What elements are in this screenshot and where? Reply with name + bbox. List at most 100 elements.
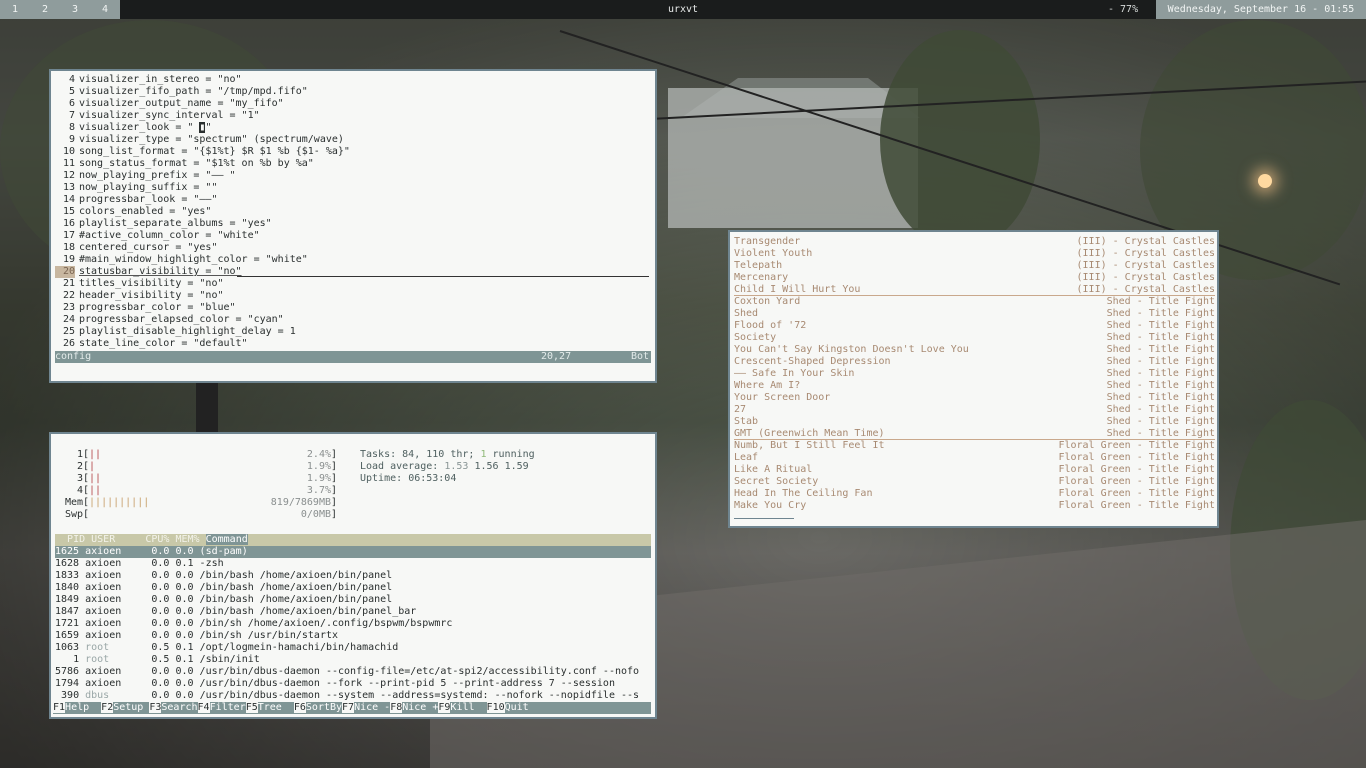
vim-line[interactable]: 10 song_list_format = "{$1%t} $R $1 %b {$…	[55, 146, 651, 158]
playlist-item[interactable]: You Can't Say Kingston Doesn't Love You S…	[734, 344, 1215, 356]
song-album-artist: Shed - Title Fight	[1106, 356, 1215, 367]
line-text: header_visibility = "no"	[79, 290, 224, 301]
htop-info: Tasks: 84, 110 thr; 1 running Load avera…	[360, 449, 535, 485]
playlist-item[interactable]: Head In The Ceiling Fan Floral Green - Ti…	[734, 488, 1215, 500]
fkey-action: Setup	[113, 702, 150, 713]
vim-line[interactable]: 13 now_playing_suffix = ""	[55, 182, 651, 194]
playlist-item[interactable]: Like A Ritual Floral Green - Title Fight	[734, 464, 1215, 476]
playlist-item[interactable]: 27 Shed - Title Fight	[734, 404, 1215, 416]
vim-line[interactable]: 12 now_playing_prefix = "—— "	[55, 170, 651, 182]
line-number: 20	[55, 266, 75, 278]
col-command[interactable]: Command	[205, 534, 248, 545]
process-user: axioen	[85, 546, 122, 557]
playlist-item[interactable]: Violent Youth (III) - Crystal Castles	[734, 248, 1215, 260]
fkey-killbutton[interactable]: F9Kill	[438, 702, 486, 714]
playlist-item[interactable]: Numb, But I Still Feel It Floral Green - …	[734, 440, 1215, 452]
process-row[interactable]: 1063 root 0.5 0.1 /opt/logmein-hamachi/b…	[55, 642, 651, 654]
vim-line[interactable]: 8 visualizer_look = " ▮"	[55, 122, 651, 134]
process-row[interactable]: 1833 axioen 0.0 0.0 /bin/bash /home/axio…	[55, 570, 651, 582]
line-number: 11	[62, 158, 75, 169]
playlist-item[interactable]: Secret Society Floral Green - Title Fight	[734, 476, 1215, 488]
playlist[interactable]: Transgender (III) - Crystal Castles Violen…	[734, 236, 1215, 512]
process-list[interactable]: 1625 axioen 0.0 0.0 (sd-pam) 1628 axioen …	[55, 546, 651, 702]
playlist-item[interactable]: Where Am I? Shed - Title Fight	[734, 380, 1215, 392]
playlist-item[interactable]: Stab Shed - Title Fight	[734, 416, 1215, 428]
process-mem: 0.1	[175, 654, 194, 665]
fkey-setupbutton[interactable]: F2Setup	[101, 702, 149, 714]
uptime-value: 06:53:04	[408, 473, 457, 484]
process-row[interactable]: 1849 axioen 0.0 0.0 /bin/bash /home/axio…	[55, 594, 651, 606]
load-line: Load average: 1.53 1.56 1.59	[360, 461, 535, 473]
playlist-item[interactable]: Make You Cry Floral Green - Title Fight	[734, 500, 1215, 512]
fkey-sortbybutton[interactable]: F6SortBy	[293, 702, 342, 714]
fkey-helpbutton[interactable]: F1Help	[53, 702, 101, 714]
process-row[interactable]: 1628 axioen 0.0 0.1 -zsh	[55, 558, 651, 570]
playlist-item[interactable]: —— Safe In Your Skin Shed - Title Fight	[734, 368, 1215, 380]
process-command: /usr/bin/dbus-daemon --system --address=…	[199, 690, 640, 701]
playlist-item[interactable]: Mercenary (III) - Crystal Castles	[734, 272, 1215, 284]
vim-line[interactable]: 23 progressbar_color = "blue"	[55, 302, 651, 314]
vim-line[interactable]: 19 #main_window_highlight_color = "white"	[55, 254, 651, 266]
playlist-item[interactable]: Your Screen Door Shed - Title Fight	[734, 392, 1215, 404]
vim-line[interactable]: 5 visualizer_fifo_path = "/tmp/mpd.fifo"	[55, 86, 651, 98]
line-number: 7	[68, 110, 75, 121]
process-row[interactable]: 1794 axioen 0.0 0.0 /usr/bin/dbus-daemon…	[55, 678, 651, 690]
vim-line[interactable]: 6 visualizer_output_name = "my_fifo"	[55, 98, 651, 110]
vim-line[interactable]: 11 song_status_format = "$1%t on %b by %a…	[55, 158, 651, 170]
vim-line[interactable]: 18 centered_cursor = "yes"	[55, 242, 651, 254]
playlist-item[interactable]: Telepath (III) - Crystal Castles	[734, 260, 1215, 272]
vim-line[interactable]: 17 #active_column_color = "white"	[55, 230, 651, 242]
vim-line[interactable]: 7 visualizer_sync_interval = "1"	[55, 110, 651, 122]
playlist-item[interactable]: Shed Shed - Title Fight	[734, 308, 1215, 320]
ncmpcpp-terminal-window[interactable]: Transgender (III) - Crystal Castles Violen…	[728, 230, 1219, 528]
vim-terminal-window[interactable]: 4 visualizer_in_stereo = "no" 5 visualizer_…	[49, 69, 657, 383]
process-command: /sbin/init	[199, 654, 260, 665]
vim-line[interactable]: 21 titles_visibility = "no"	[55, 278, 651, 290]
process-row[interactable]: 1659 axioen 0.0 0.0 /bin/sh /usr/bin/sta…	[55, 630, 651, 642]
song-title: Shed	[734, 308, 759, 319]
col-pid[interactable]: PID	[55, 534, 85, 545]
playlist-item[interactable]: Society Shed - Title Fight	[734, 332, 1215, 344]
playlist-item[interactable]: Coxton Yard Shed - Title Fight	[734, 296, 1215, 308]
playlist-item[interactable]: Leaf Floral Green - Title Fight	[734, 452, 1215, 464]
vim-line[interactable]: 4 visualizer_in_stereo = "no"	[55, 74, 651, 86]
meter-row: 3[|| 1.9%]	[61, 473, 337, 485]
playlist-item[interactable]: GMT (Greenwich Mean Time) Shed - Title Fi…	[734, 428, 1215, 440]
col-cpu[interactable]: CPU%	[145, 534, 169, 545]
line-text: centered_cursor = "yes"	[79, 242, 218, 253]
fkey-nice-button[interactable]: F8Nice +	[390, 702, 438, 714]
fkey-quitbutton[interactable]: F10Quit	[486, 702, 529, 714]
vim-line[interactable]: 16 playlist_separate_albums = "yes"	[55, 218, 651, 230]
process-row[interactable]: 1847 axioen 0.0 0.0 /bin/bash /home/axio…	[55, 606, 651, 618]
playlist-item[interactable]: Crescent-Shaped Depression Shed - Title F…	[734, 356, 1215, 368]
vim-line[interactable]: 24 progressbar_elapsed_color = "cyan"	[55, 314, 651, 326]
process-row[interactable]: 5786 axioen 0.0 0.0 /usr/bin/dbus-daemon…	[55, 666, 651, 678]
col-mem[interactable]: MEM%	[175, 534, 199, 545]
playlist-item[interactable]: Flood of '72 Shed - Title Fight	[734, 320, 1215, 332]
vim-line[interactable]: 26 state_line_color = "default"	[55, 338, 651, 350]
col-user[interactable]: USER	[91, 534, 115, 545]
playlist-item[interactable]: Child I Will Hurt You (III) - Crystal Cas…	[734, 284, 1215, 296]
fkey-nice-button[interactable]: F7Nice -	[342, 702, 390, 714]
playlist-item[interactable]: Transgender (III) - Crystal Castles	[734, 236, 1215, 248]
vim-line[interactable]: 22 header_visibility = "no"	[55, 290, 651, 302]
process-row[interactable]: 1840 axioen 0.0 0.0 /bin/bash /home/axio…	[55, 582, 651, 594]
process-row[interactable]: 390 dbus 0.0 0.0 /usr/bin/dbus-daemon --…	[55, 690, 651, 702]
process-row[interactable]: 1 root 0.5 0.1 /sbin/init	[55, 654, 651, 666]
vim-buffer[interactable]: 4 visualizer_in_stereo = "no" 5 visualizer_…	[55, 74, 651, 350]
vim-line[interactable]: 14 progressbar_look = "——"	[55, 194, 651, 206]
fkey-treebutton[interactable]: F5Tree	[245, 702, 294, 714]
fkey-searchbutton[interactable]: F3Search	[149, 702, 198, 714]
vim-line[interactable]: 9 visualizer_type = "spectrum" (spectrum/…	[55, 134, 651, 146]
song-title: Numb, But I Still Feel It	[734, 440, 885, 451]
meter-bracket: ]	[330, 497, 337, 508]
meter-row: Swp[0/0MB]	[61, 509, 337, 521]
fkey-filterbutton[interactable]: F4Filter	[197, 702, 246, 714]
htop-terminal-window[interactable]: 1[|| 2.4%] 2[| 1.9%] 3[|| 1.9%] 4[|| 3.7%] Mem[|…	[49, 432, 657, 719]
process-row[interactable]: 1625 axioen 0.0 0.0 (sd-pam)	[55, 546, 651, 558]
process-row[interactable]: 1721 axioen 0.0 0.0 /bin/sh /home/axioen…	[55, 618, 651, 630]
vim-line[interactable]: 15 colors_enabled = "yes"	[55, 206, 651, 218]
process-command: /bin/bash /home/axioen/bin/panel	[199, 582, 393, 593]
line-number: 9	[68, 134, 75, 145]
vim-line[interactable]: 25 playlist_disable_highlight_delay = 1	[55, 326, 651, 338]
